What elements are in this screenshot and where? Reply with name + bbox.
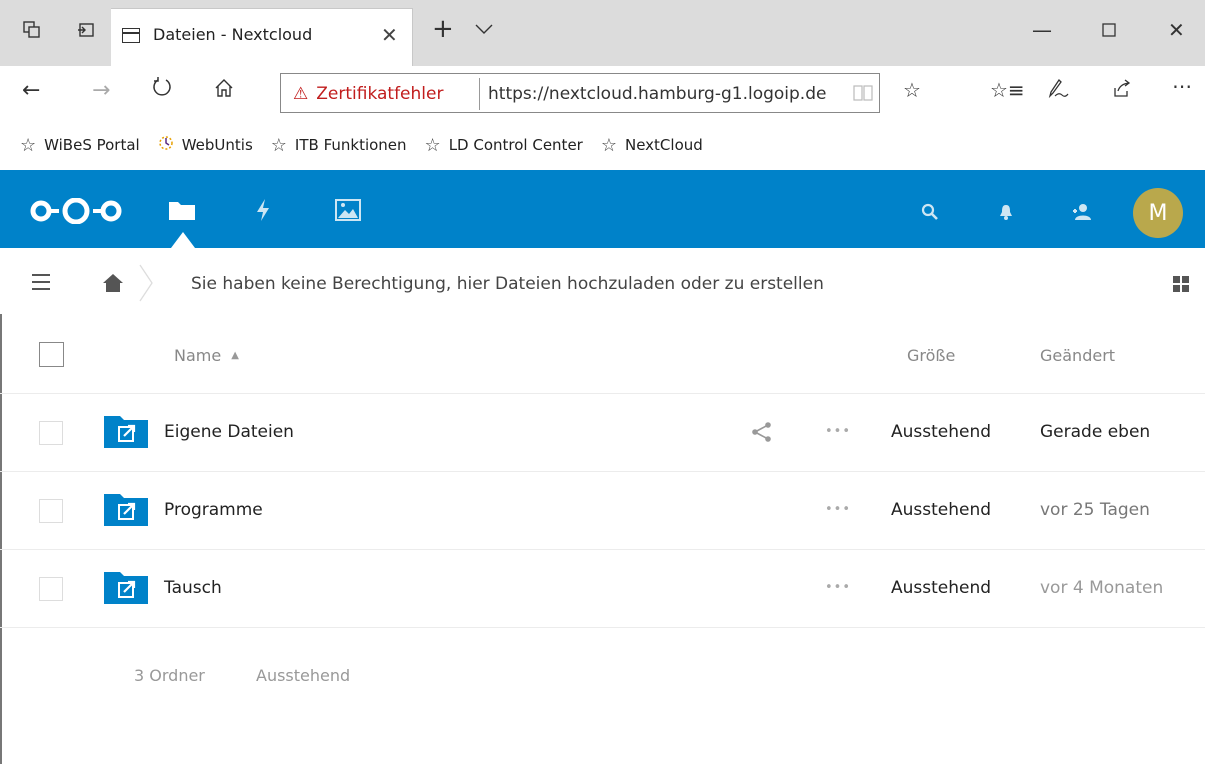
- certificate-warning-label: Zertifikatfehler: [316, 84, 444, 104]
- tab-preview-chevron-icon[interactable]: [475, 16, 493, 40]
- avatar-initial: M: [1148, 200, 1168, 226]
- shared-folder-icon: [104, 494, 148, 526]
- favorites-hub-icon[interactable]: ☆≡: [990, 78, 1025, 102]
- sort-ascending-icon: ▲: [231, 350, 239, 361]
- table-row[interactable]: Tausch ••• Ausstehend vor 4 Monaten: [0, 550, 1205, 628]
- more-actions-icon[interactable]: •••: [825, 424, 851, 439]
- refresh-icon[interactable]: [152, 76, 172, 104]
- no-permission-message: Sie haben keine Berechtigung, hier Datei…: [191, 274, 824, 294]
- maximize-icon[interactable]: [1102, 18, 1116, 42]
- home-browser-icon[interactable]: [214, 78, 234, 104]
- file-modified: Gerade eben: [1040, 422, 1151, 442]
- grid-view-toggle-icon[interactable]: [1173, 276, 1189, 292]
- share-icon[interactable]: [751, 422, 773, 442]
- files-icon[interactable]: [166, 194, 198, 226]
- minimize-icon[interactable]: —: [1032, 18, 1052, 42]
- gallery-icon[interactable]: [332, 194, 364, 226]
- table-row[interactable]: Programme ••• Ausstehend vor 25 Tagen: [0, 472, 1205, 550]
- star-icon: ☆: [20, 134, 37, 156]
- more-menu-icon[interactable]: ⋯: [1172, 74, 1192, 98]
- new-tab-icon[interactable]: +: [432, 14, 454, 44]
- star-icon: ☆: [600, 134, 617, 156]
- close-window-icon[interactable]: ✕: [1168, 18, 1185, 42]
- breadcrumb: Sie haben keine Berechtigung, hier Datei…: [0, 248, 1205, 320]
- browser-tab-bar: Dateien - Nextcloud ✕ + — ✕: [0, 0, 1205, 66]
- url-box[interactable]: ⚠ Zertifikatfehler https://nextcloud.ham…: [280, 73, 880, 113]
- shared-folder-icon: [104, 572, 148, 604]
- address-bar-row: ← → ⚠ Zertifikatfehler https://nextcloud…: [0, 66, 1205, 120]
- url-separator: [479, 78, 480, 110]
- favorite-webuntis[interactable]: WebUntis: [158, 135, 253, 155]
- favorite-nextcloud[interactable]: ☆ NextCloud: [601, 135, 703, 156]
- tab-actions-icon[interactable]: [22, 20, 42, 40]
- search-icon[interactable]: [918, 200, 942, 224]
- home-breadcrumb-icon[interactable]: [102, 273, 124, 293]
- file-name[interactable]: Tausch: [164, 578, 222, 598]
- app-navigation-toggle-icon[interactable]: [32, 274, 52, 290]
- notifications-bell-icon[interactable]: [994, 200, 1018, 224]
- favorite-wibes-portal[interactable]: ☆ WiBeS Portal: [20, 135, 140, 156]
- set-aside-tabs-icon[interactable]: [76, 20, 96, 40]
- select-all-checkbox[interactable]: [39, 342, 64, 367]
- column-name-header[interactable]: Name ▲: [174, 346, 239, 365]
- reading-view-icon[interactable]: [853, 84, 873, 107]
- add-favorite-star-icon[interactable]: ☆: [903, 78, 921, 102]
- table-row[interactable]: Eigene Dateien ••• Ausstehend Gerade ebe…: [0, 394, 1205, 472]
- favorite-label: LD Control Center: [448, 136, 583, 154]
- file-modified: vor 25 Tagen: [1040, 500, 1150, 520]
- more-actions-icon[interactable]: •••: [825, 580, 851, 595]
- column-size-header[interactable]: Größe: [907, 346, 955, 365]
- activity-icon[interactable]: [247, 194, 279, 226]
- breadcrumb-chevron-icon: [139, 264, 153, 302]
- row-checkbox[interactable]: [39, 421, 63, 445]
- file-name[interactable]: Programme: [164, 500, 263, 520]
- favorite-ld-control-center[interactable]: ☆ LD Control Center: [425, 135, 583, 156]
- forward-icon[interactable]: →: [92, 78, 110, 103]
- star-icon: ☆: [424, 134, 441, 156]
- summary-count: 3 Ordner: [134, 666, 205, 685]
- favorite-label: NextCloud: [624, 136, 703, 154]
- file-modified: vor 4 Monaten: [1040, 578, 1164, 598]
- file-summary: 3 Ordner Ausstehend: [0, 628, 1205, 728]
- tab-title: Dateien - Nextcloud: [153, 25, 313, 44]
- shared-folder-icon: [104, 416, 148, 448]
- favorite-label: ITB Funktionen: [294, 136, 407, 154]
- summary-size: Ausstehend: [256, 666, 351, 685]
- tab-active[interactable]: Dateien - Nextcloud ✕: [111, 8, 413, 66]
- nextcloud-logo-icon[interactable]: [28, 198, 124, 224]
- web-note-pen-icon[interactable]: [1047, 78, 1069, 103]
- close-tab-icon[interactable]: ✕: [381, 23, 398, 47]
- page-favicon-icon: [122, 28, 140, 43]
- file-size: Ausstehend: [891, 500, 992, 520]
- file-table-header: Name ▲ Größe Geändert: [0, 320, 1205, 394]
- certificate-warning[interactable]: ⚠ Zertifikatfehler: [293, 84, 443, 104]
- row-checkbox[interactable]: [39, 577, 63, 601]
- favorite-label: WebUntis: [181, 136, 253, 154]
- user-avatar[interactable]: M: [1133, 188, 1183, 238]
- nextcloud-header: M: [0, 170, 1205, 248]
- file-size: Ausstehend: [891, 578, 992, 598]
- back-icon[interactable]: ←: [22, 78, 40, 103]
- url-input[interactable]: https://nextcloud.hamburg-g1.logoip.de: [488, 84, 848, 104]
- share-browser-icon[interactable]: [1112, 78, 1132, 103]
- favorite-itb-funktionen[interactable]: ☆ ITB Funktionen: [271, 135, 407, 156]
- star-icon: ☆: [270, 134, 287, 156]
- more-actions-icon[interactable]: •••: [825, 502, 851, 517]
- file-name[interactable]: Eigene Dateien: [164, 422, 294, 442]
- column-name-label: Name: [174, 346, 222, 365]
- webuntis-icon: [158, 135, 174, 155]
- row-checkbox[interactable]: [39, 499, 63, 523]
- favorites-bar: ☆ WiBeS Portal WebUntis ☆ ITB Funktionen…: [0, 120, 1205, 170]
- contacts-icon[interactable]: [1069, 200, 1093, 224]
- favorite-label: WiBeS Portal: [44, 136, 140, 154]
- active-app-indicator: [171, 232, 195, 248]
- warning-icon: ⚠: [293, 84, 309, 104]
- column-modified-header[interactable]: Geändert: [1040, 346, 1115, 365]
- file-size: Ausstehend: [891, 422, 992, 442]
